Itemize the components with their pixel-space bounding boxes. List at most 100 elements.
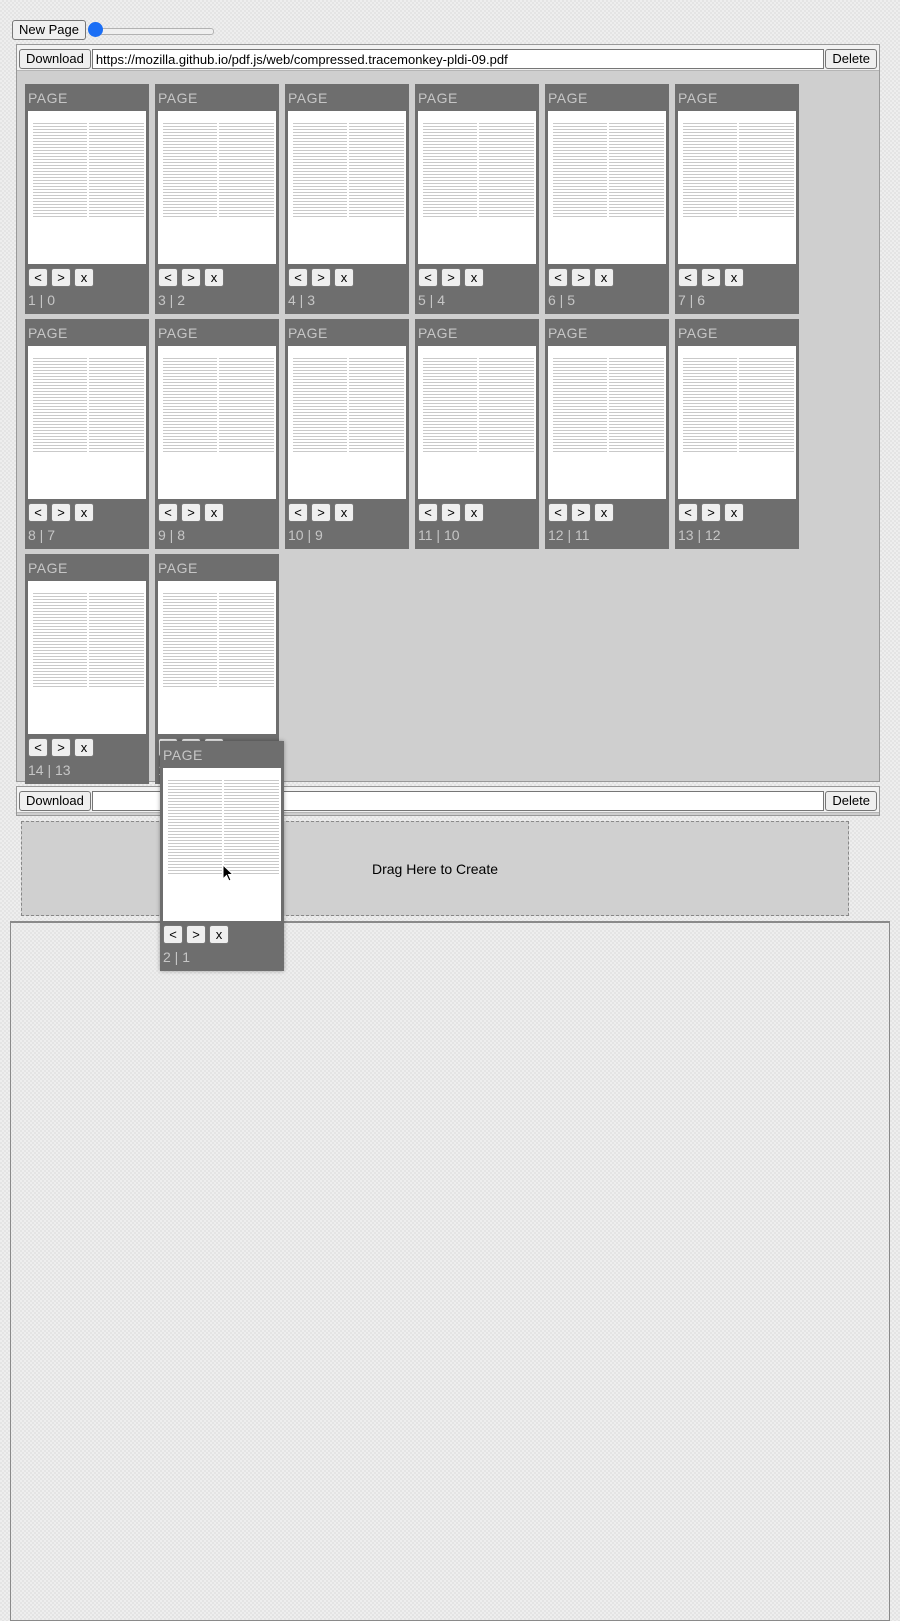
page-tile[interactable]: PAGE < > x 9 | 8 bbox=[155, 319, 279, 549]
remove-page-button[interactable]: x bbox=[464, 268, 484, 287]
move-left-button[interactable]: < bbox=[163, 925, 183, 944]
move-right-button[interactable]: > bbox=[441, 503, 461, 522]
move-left-button[interactable]: < bbox=[288, 503, 308, 522]
move-right-button[interactable]: > bbox=[311, 503, 331, 522]
dragging-page-tile[interactable]: PAGE < > x 2 | 1 bbox=[160, 741, 284, 971]
move-left-button[interactable]: < bbox=[548, 503, 568, 522]
page-thumbnail bbox=[548, 346, 666, 499]
page-label: PAGE bbox=[158, 325, 198, 341]
remove-page-button[interactable]: x bbox=[204, 268, 224, 287]
page-thumbnail bbox=[678, 111, 796, 264]
page-tile[interactable]: PAGE < > x 11 | 10 bbox=[415, 319, 539, 549]
remove-page-button[interactable]: x bbox=[74, 738, 94, 757]
page-tile[interactable]: PAGE < > x 5 | 4 bbox=[415, 84, 539, 314]
move-right-button[interactable]: > bbox=[701, 503, 721, 522]
remove-page-button[interactable]: x bbox=[74, 503, 94, 522]
page-number: 3 | 2 bbox=[158, 292, 185, 308]
page-number: 1 | 0 bbox=[28, 292, 55, 308]
page-number: 2 | 1 bbox=[163, 949, 190, 965]
remove-page-button[interactable]: x bbox=[464, 503, 484, 522]
zoom-slider[interactable] bbox=[87, 20, 214, 40]
download-button[interactable]: Download bbox=[19, 791, 91, 811]
create-dropzone[interactable]: Drag Here to Create bbox=[21, 821, 849, 916]
move-left-button[interactable]: < bbox=[288, 268, 308, 287]
move-right-button[interactable]: > bbox=[186, 925, 206, 944]
page-number: 8 | 7 bbox=[28, 527, 55, 543]
page-number: 12 | 11 bbox=[548, 527, 590, 543]
move-left-button[interactable]: < bbox=[418, 503, 438, 522]
move-left-button[interactable]: < bbox=[418, 268, 438, 287]
page-tile[interactable]: PAGE < > x 7 | 6 bbox=[675, 84, 799, 314]
move-right-button[interactable]: > bbox=[51, 738, 71, 757]
page-number: 9 | 8 bbox=[158, 527, 185, 543]
page-label: PAGE bbox=[158, 90, 198, 106]
page-tile[interactable]: PAGE < > x 8 | 7 bbox=[25, 319, 149, 549]
move-right-button[interactable]: > bbox=[571, 503, 591, 522]
move-left-button[interactable]: < bbox=[28, 738, 48, 757]
document-header: Download Delete bbox=[17, 45, 879, 71]
remove-page-button[interactable]: x bbox=[724, 503, 744, 522]
remove-page-button[interactable]: x bbox=[594, 503, 614, 522]
page-label: PAGE bbox=[28, 560, 68, 576]
remove-page-button[interactable]: x bbox=[334, 268, 354, 287]
remove-page-button[interactable]: x bbox=[334, 503, 354, 522]
page-tile[interactable]: PAGE < > x 6 | 5 bbox=[545, 84, 669, 314]
move-left-button[interactable]: < bbox=[678, 268, 698, 287]
delete-button[interactable]: Delete bbox=[825, 791, 877, 811]
slider-thumb[interactable] bbox=[87, 22, 103, 37]
move-left-button[interactable]: < bbox=[548, 268, 568, 287]
toolbar: New Page bbox=[12, 20, 214, 40]
delete-button[interactable]: Delete bbox=[825, 49, 877, 69]
url-input[interactable] bbox=[91, 49, 825, 69]
move-right-button[interactable]: > bbox=[181, 503, 201, 522]
page-label: PAGE bbox=[158, 560, 198, 576]
page-thumbnail bbox=[418, 346, 536, 499]
mouse-pointer-icon bbox=[222, 864, 234, 882]
remove-page-button[interactable]: x bbox=[594, 268, 614, 287]
move-right-button[interactable]: > bbox=[311, 268, 331, 287]
move-left-button[interactable]: < bbox=[158, 503, 178, 522]
remove-page-button[interactable]: x bbox=[724, 268, 744, 287]
page-tile[interactable]: PAGE < > x 3 | 2 bbox=[155, 84, 279, 314]
remove-page-button[interactable]: x bbox=[209, 925, 229, 944]
page-number: 11 | 10 bbox=[418, 527, 460, 543]
move-left-button[interactable]: < bbox=[28, 503, 48, 522]
page-thumbnail bbox=[678, 346, 796, 499]
page-thumbnail bbox=[548, 111, 666, 264]
remove-page-button[interactable]: x bbox=[204, 503, 224, 522]
page-thumbnail bbox=[288, 346, 406, 499]
empty-workspace bbox=[10, 921, 890, 1621]
page-label: PAGE bbox=[163, 747, 203, 763]
page-tile[interactable]: PAGE < > x 14 | 13 bbox=[25, 554, 149, 784]
new-page-button[interactable]: New Page bbox=[12, 20, 86, 40]
page-number: 14 | 13 bbox=[28, 762, 71, 778]
move-left-button[interactable]: < bbox=[158, 268, 178, 287]
remove-page-button[interactable]: x bbox=[74, 268, 94, 287]
page-tile[interactable]: PAGE < > x 12 | 11 bbox=[545, 319, 669, 549]
page-number: 4 | 3 bbox=[288, 292, 315, 308]
page-tile[interactable]: PAGE < > x 4 | 3 bbox=[285, 84, 409, 314]
page-thumbnail bbox=[28, 111, 146, 264]
page-thumbnail bbox=[158, 346, 276, 499]
page-thumbnail bbox=[158, 111, 276, 264]
page-tile[interactable]: PAGE < > x 10 | 9 bbox=[285, 319, 409, 549]
slider-track bbox=[91, 28, 214, 35]
page-label: PAGE bbox=[678, 325, 718, 341]
page-label: PAGE bbox=[418, 90, 458, 106]
page-thumbnail bbox=[28, 581, 146, 734]
page-tile[interactable]: PAGE < > x 1 | 0 bbox=[25, 84, 149, 314]
download-button[interactable]: Download bbox=[19, 49, 91, 69]
page-thumbnail bbox=[418, 111, 536, 264]
document-panel: Download Delete PAGE<>x1 | 0PAGE<>x3 | 2… bbox=[16, 44, 880, 784]
move-right-button[interactable]: > bbox=[571, 268, 591, 287]
move-left-button[interactable]: < bbox=[678, 503, 698, 522]
move-right-button[interactable]: > bbox=[701, 268, 721, 287]
document-header: Download Delete bbox=[17, 787, 879, 813]
page-tile[interactable]: PAGE < > x 13 | 12 bbox=[675, 319, 799, 549]
move-left-button[interactable]: < bbox=[28, 268, 48, 287]
move-right-button[interactable]: > bbox=[51, 268, 71, 287]
move-right-button[interactable]: > bbox=[51, 503, 71, 522]
move-right-button[interactable]: > bbox=[441, 268, 461, 287]
page-label: PAGE bbox=[678, 90, 718, 106]
move-right-button[interactable]: > bbox=[181, 268, 201, 287]
